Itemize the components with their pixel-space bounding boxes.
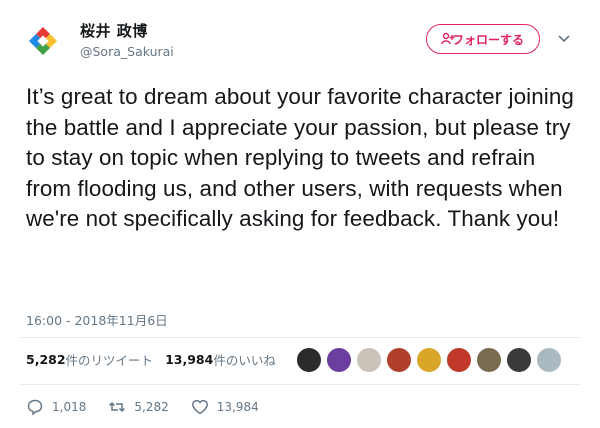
retweet-action-count: 5,282 [134,400,169,414]
liker-avatar-8[interactable] [506,347,532,373]
liker-avatar-1[interactable] [296,347,322,373]
liker-avatar-3[interactable] [356,347,382,373]
liker-avatar-2[interactable] [326,347,352,373]
liker-avatar-6[interactable] [446,347,472,373]
reply-icon [27,399,43,416]
avatar[interactable] [20,18,66,64]
like-action-count: 13,984 [216,400,259,414]
follow-plus-icon [441,32,455,45]
like-count-stat[interactable]: 13,984 件のいいね [165,350,276,369]
chevron-down-icon[interactable] [556,30,572,46]
follow-button-label: フォローする [451,32,524,47]
tweet-timestamp[interactable]: 16:00 - 2018年11月6日 [26,310,168,329]
reply-count: 1,018 [52,400,87,414]
heart-icon [191,399,208,415]
likers-avatars [296,347,566,373]
follow-button[interactable]: フォローする [426,24,540,54]
retweet-count: 5,282 [26,352,66,367]
liker-avatar-5[interactable] [416,347,442,373]
liker-avatar-4[interactable] [386,347,412,373]
engagement-stats: 5,282 件のリツイート 13,984 件のいいね [26,350,288,369]
user-handle[interactable]: @Sora_Sakurai [80,44,174,59]
divider [20,337,580,338]
retweet-count-label: 件のリツイート [65,353,154,368]
like-count: 13,984 [165,352,214,367]
profile-logo-icon [20,18,66,64]
tweet-text: It’s great to dream about your favorite … [26,84,574,231]
like-count-label: 件のいいね [213,353,276,368]
retweet-icon [109,401,126,413]
tweet-actions: 1,018 5,282 13,984 [26,398,281,416]
liker-avatar-7[interactable] [476,347,502,373]
display-name[interactable]: 桜井 政博 [80,20,148,41]
retweet-action[interactable]: 5,282 [108,398,169,416]
liker-avatar-9[interactable] [536,347,562,373]
retweet-count-stat[interactable]: 5,282 件のリツイート [26,350,153,369]
divider [20,384,580,385]
like-action[interactable]: 13,984 [191,398,259,416]
reply-action[interactable]: 1,018 [26,398,86,416]
